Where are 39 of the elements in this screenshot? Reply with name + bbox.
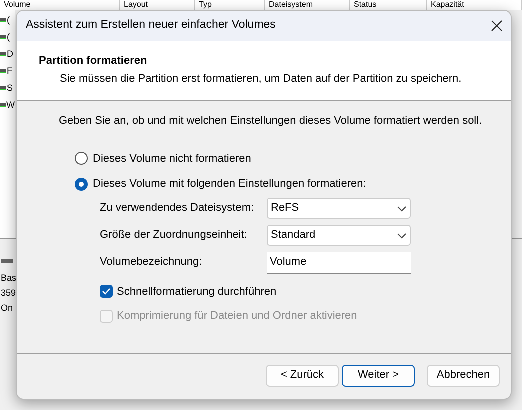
input-field[interactable]: Volume <box>267 252 411 274</box>
drive-icon <box>0 86 6 90</box>
field-label: Volumebezeichnung: <box>100 255 204 270</box>
drive-icon <box>0 18 6 22</box>
chevron-down-icon <box>397 206 407 212</box>
intro-text: Geben Sie an, ob und mit welchen Einstellungen dieses Volume formatiert werden soll. <box>59 114 484 129</box>
drive-icon <box>0 103 6 107</box>
checkbox-label: Schnellformatierung durchführen <box>117 284 277 300</box>
volume-name: F <box>7 65 12 77</box>
checkbox[interactable] <box>100 285 113 298</box>
volume-name: W <box>6 99 15 111</box>
volume-name: ( <box>7 31 10 43</box>
field-label: Zu verwendendes Dateisystem: <box>100 201 256 216</box>
window-title: Assistent zum Erstellen neuer einfacher Volumes <box>26 18 276 34</box>
volume-name: D <box>7 48 14 60</box>
dropdown[interactable]: ReFS <box>267 198 411 219</box>
drive-icon <box>0 52 6 56</box>
radio-button[interactable] <box>75 152 88 166</box>
drive-icon <box>0 35 6 39</box>
close-icon[interactable] <box>491 20 503 32</box>
page-title: Partition formatieren <box>39 54 148 69</box>
dialog-button[interactable]: < Zurück <box>266 364 339 386</box>
volume-name: S <box>7 82 14 94</box>
chevron-down-icon <box>397 232 407 238</box>
volume-name: ( <box>7 14 10 26</box>
field-label: Größe der Zuordnungseinheit: <box>100 228 248 244</box>
radio-option[interactable]: Dieses Volume mit folgenden Einstellungen formatieren: <box>75 176 511 192</box>
dialog-button[interactable]: Weiter > <box>342 364 415 386</box>
disk-info: On <box>1 302 14 315</box>
disk-info: Bas <box>1 272 17 285</box>
radio-button[interactable] <box>75 178 88 191</box>
radio-option[interactable]: Dieses Volume nicht formatieren <box>75 150 511 167</box>
checkbox-label: Komprimierung für Dateien und Ordner aktivieren <box>117 309 358 324</box>
dialog-button[interactable]: Abbrechen <box>427 364 500 386</box>
dropdown[interactable]: Standard <box>267 225 411 246</box>
disk-info: 359 <box>1 287 16 300</box>
check-icon <box>102 288 111 296</box>
page-subtitle: Sie müssen die Partition erst formatieren, um Daten auf der Partition zu speichern. <box>59 72 463 86</box>
drive-icon <box>0 69 6 73</box>
